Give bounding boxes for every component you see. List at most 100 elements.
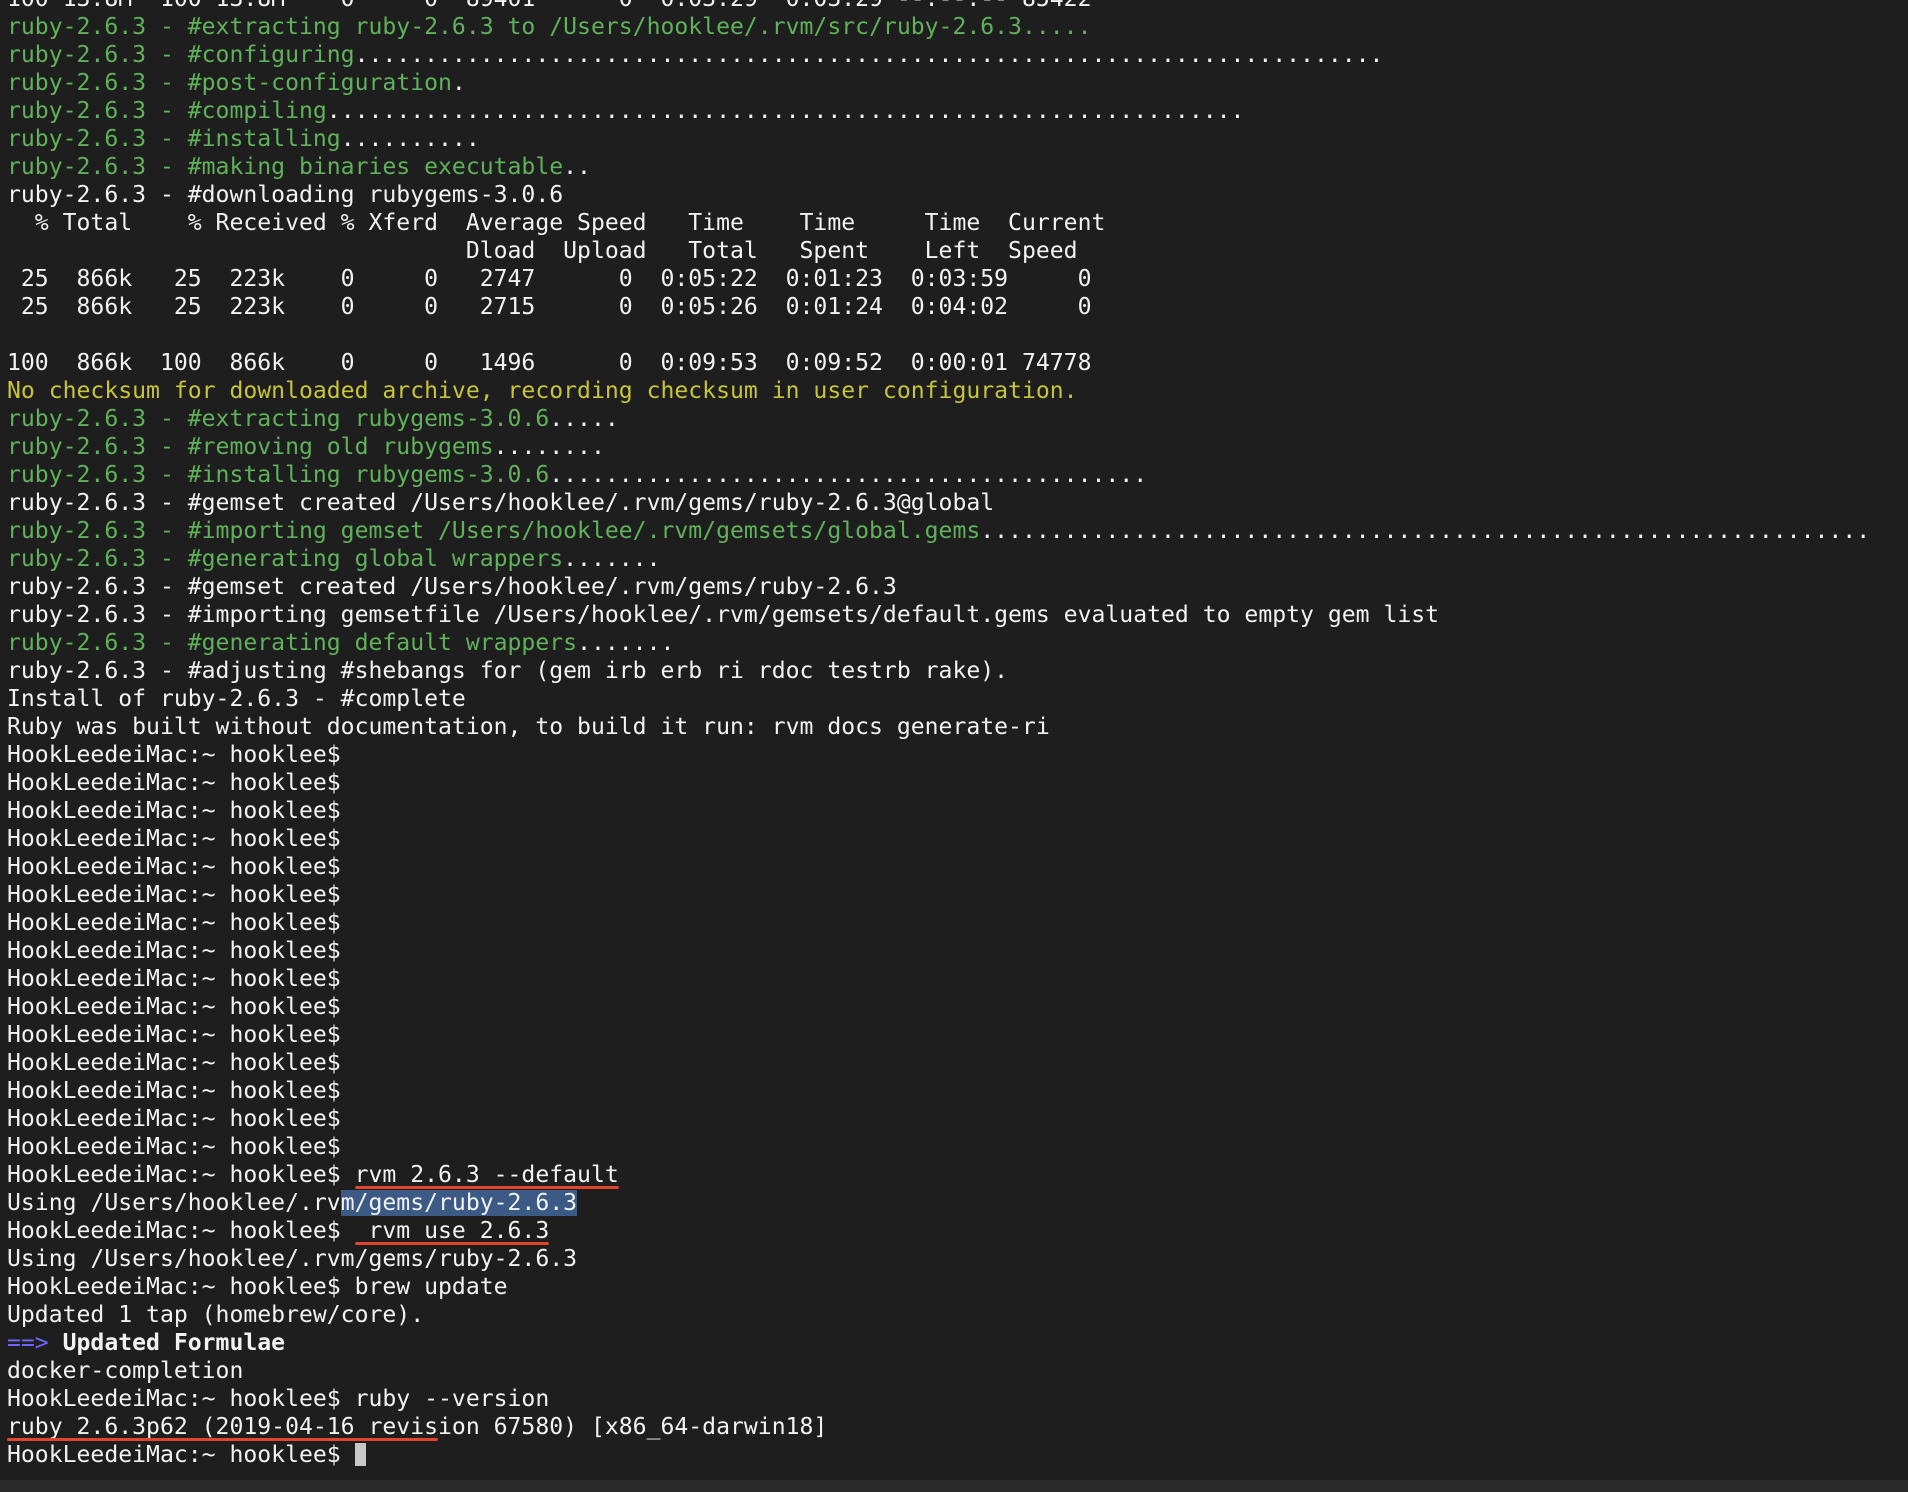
- terminal-output: 100 13.8M 100 13.8M 0 0 89401 0 0:03:29 …: [7, 0, 1870, 1469]
- terminal-text: Install of ruby-2.6.3 - #complete: [7, 686, 466, 712]
- text-cursor[interactable]: [354, 1443, 366, 1466]
- terminal-line: HookLeedeiMac:~ hooklee$: [7, 965, 1870, 993]
- terminal-line: HookLeedeiMac:~ hooklee$ brew update: [7, 1273, 1870, 1301]
- terminal-text: HookLeedeiMac:~ hooklee$: [7, 826, 341, 852]
- terminal-line: ruby-2.6.3 - #compiling.................…: [7, 97, 1870, 125]
- terminal-text: ruby-2.6.3 - #gemset created /Users/hook…: [7, 490, 995, 516]
- terminal-line: ruby-2.6.3 - #gemset created /Users/hook…: [7, 573, 1870, 601]
- terminal-line: HookLeedeiMac:~ hooklee$: [7, 993, 1870, 1021]
- terminal-text: HookLeedeiMac:~ hooklee$: [7, 854, 341, 880]
- terminal-line: docker-completion: [7, 1357, 1870, 1385]
- terminal-line: No checksum for downloaded archive, reco…: [7, 377, 1870, 405]
- terminal-text: .: [451, 70, 466, 96]
- terminal-text: 25 866k 25 223k 0 0 2747 0 0:05:22 0:01:…: [7, 266, 1092, 292]
- terminal-text: HookLeedeiMac:~ hooklee$: [7, 1022, 341, 1048]
- terminal-line: ruby-2.6.3 - #gemset created /Users/hook…: [7, 489, 1870, 517]
- terminal-text: Updated 1 tap (homebrew/core).: [7, 1302, 425, 1328]
- terminal-text: Using /Users/hooklee/.rvm/gems/ruby-2.6.…: [7, 1246, 578, 1272]
- terminal-text: HookLeedeiMac:~ hooklee$ ruby --version: [7, 1386, 550, 1412]
- terminal-text: Ruby was built without documentation, to…: [7, 714, 1050, 740]
- terminal-text: HookLeedeiMac:~ hooklee$: [7, 1050, 341, 1076]
- terminal-line: ==> Updated Formulae: [7, 1329, 1870, 1357]
- terminal-text: ruby-2.6.3 - #gemset created /Users/hook…: [7, 574, 897, 600]
- terminal-line: Ruby was built without documentation, to…: [7, 713, 1870, 741]
- terminal-text: Dload Upload Total Spent Left Speed: [7, 238, 1078, 264]
- terminal-text: ruby-2.6.3 - #making binaries executable: [7, 154, 564, 180]
- terminal-text: ruby-2.6.3 - #configuring: [7, 42, 355, 68]
- terminal-line: Using /Users/hooklee/.rvm/gems/ruby-2.6.…: [7, 1245, 1870, 1273]
- terminal-text: 25 866k 25 223k 0 0 2715 0 0:05:26 0:01:…: [7, 294, 1092, 320]
- terminal-text: No checksum for downloaded archive, reco…: [7, 378, 1078, 404]
- terminal-line: 100 13.8M 100 13.8M 0 0 89401 0 0:03:29 …: [7, 0, 1870, 13]
- terminal-line: ruby-2.6.3 - #installing..........: [7, 125, 1870, 153]
- terminal-text: HookLeedeiMac:~ hooklee$: [7, 1442, 355, 1468]
- terminal-text: HookLeedeiMac:~ hooklee$: [7, 1106, 341, 1132]
- terminal-text: HookLeedeiMac:~ hooklee$: [7, 742, 341, 768]
- terminal-line: ruby-2.6.3 - #extracting rubygems-3.0.6.…: [7, 405, 1870, 433]
- terminal-text: HookLeedeiMac:~ hooklee$: [7, 798, 341, 824]
- terminal-line: ruby-2.6.3 - #extracting ruby-2.6.3 to /…: [7, 13, 1870, 41]
- terminal-line: HookLeedeiMac:~ hooklee$ ruby --version: [7, 1385, 1870, 1413]
- terminal-text: ........................................…: [326, 98, 1245, 124]
- terminal-text: ..........: [340, 126, 480, 152]
- terminal-line: 25 866k 25 223k 0 0 2715 0 0:05:26 0:01:…: [7, 293, 1870, 321]
- terminal-text: Updated Formulae: [48, 1330, 286, 1356]
- terminal-text: HookLeedeiMac:~ hooklee$ rvm 2.6.3 --def…: [7, 1162, 619, 1188]
- terminal-text: ruby-2.6.3 - #adjusting #shebangs for (g…: [7, 658, 1009, 684]
- terminal-window[interactable]: 100 13.8M 100 13.8M 0 0 89401 0 0:03:29 …: [0, 0, 1908, 1480]
- terminal-line: HookLeedeiMac:~ hooklee$: [7, 741, 1870, 769]
- terminal-line: ruby-2.6.3 - #configuring...............…: [7, 41, 1870, 69]
- terminal-line: HookLeedeiMac:~ hooklee$: [7, 825, 1870, 853]
- terminal-text: ==>: [7, 1330, 49, 1356]
- terminal-line: ruby-2.6.3 - #installing rubygems-3.0.6.…: [7, 461, 1870, 489]
- terminal-text: docker-completion: [7, 1358, 244, 1384]
- window-bottom-border: [0, 1480, 1908, 1492]
- terminal-text: ..: [563, 154, 591, 180]
- terminal-line: ruby-2.6.3 - #making binaries executable…: [7, 153, 1870, 181]
- terminal-text: 100 13.8M 100 13.8M 0 0 89401 0 0:03:29 …: [7, 0, 1091, 12]
- terminal-line: ruby-2.6.3 - #generating default wrapper…: [7, 629, 1870, 657]
- terminal-line: ruby-2.6.3 - #downloading rubygems-3.0.6: [7, 181, 1870, 209]
- terminal-text: ruby-2.6.3 - #importing gemset /Users/ho…: [7, 518, 981, 544]
- terminal-text: ........................................…: [549, 462, 1148, 488]
- terminal-line: HookLeedeiMac:~ hooklee$: [7, 1077, 1870, 1105]
- terminal-line: ruby-2.6.3 - #generating global wrappers…: [7, 545, 1870, 573]
- terminal-line: HookLeedeiMac:~ hooklee$: [7, 853, 1870, 881]
- terminal-line: ruby-2.6.3 - #removing old rubygems.....…: [7, 433, 1870, 461]
- terminal-text: HookLeedeiMac:~ hooklee$ brew update: [7, 1274, 508, 1300]
- terminal-line: HookLeedeiMac:~ hooklee$: [7, 881, 1870, 909]
- terminal-text: ruby-2.6.3 - #downloading rubygems-3.0.6: [7, 182, 564, 208]
- terminal-line: ruby-2.6.3 - #importing gemset /Users/ho…: [7, 517, 1870, 545]
- terminal-text: ruby-2.6.3 - #removing old rubygems: [7, 434, 494, 460]
- terminal-line: ruby-2.6.3 - #importing gemsetfile /User…: [7, 601, 1870, 629]
- terminal-line: HookLeedeiMac:~ hooklee$: [7, 1133, 1870, 1161]
- terminal-line: HookLeedeiMac:~ hooklee$ rvm 2.6.3 --def…: [7, 1161, 1870, 1189]
- terminal-text: .......: [577, 630, 675, 656]
- terminal-text: ruby-2.6.3 - #generating default wrapper…: [7, 630, 578, 656]
- terminal-text: .......: [563, 546, 661, 572]
- terminal-text: HookLeedeiMac:~ hooklee$: [7, 770, 341, 796]
- terminal-line: ruby-2.6.3 - #adjusting #shebangs for (g…: [7, 657, 1870, 685]
- terminal-line: HookLeedeiMac:~ hooklee$ rvm use 2.6.3: [7, 1217, 1870, 1245]
- terminal-text: HookLeedeiMac:~ hooklee$: [7, 910, 341, 936]
- terminal-line: % Total % Received % Xferd Average Speed…: [7, 209, 1870, 237]
- terminal-text: HookLeedeiMac:~ hooklee$: [7, 966, 341, 992]
- terminal-text: ruby-2.6.3 - #extracting rubygems-3.0.6: [7, 406, 550, 432]
- terminal-text: ruby-2.6.3 - #compiling: [7, 98, 327, 124]
- terminal-line: HookLeedeiMac:~ hooklee$: [7, 1441, 1870, 1469]
- terminal-line: HookLeedeiMac:~ hooklee$: [7, 769, 1870, 797]
- terminal-text: ruby-2.6.3 - #generating global wrappers: [7, 546, 564, 572]
- terminal-line: Dload Upload Total Spent Left Speed: [7, 237, 1870, 265]
- terminal-text: ruby 2.6.3p62 (2019-04-16 revision 67580…: [7, 1414, 828, 1440]
- terminal-line: HookLeedeiMac:~ hooklee$: [7, 1021, 1870, 1049]
- terminal-line: HookLeedeiMac:~ hooklee$: [7, 909, 1870, 937]
- terminal-line: ruby-2.6.3 - #post-configuration.: [7, 69, 1870, 97]
- terminal-text: ruby-2.6.3 - #importing gemsetfile /User…: [7, 602, 1440, 628]
- terminal-line: Install of ruby-2.6.3 - #complete: [7, 685, 1870, 713]
- terminal-text: HookLeedeiMac:~ hooklee$: [7, 882, 341, 908]
- terminal-line: 100 866k 100 866k 0 0 1496 0 0:09:53 0:0…: [7, 349, 1870, 377]
- terminal-text: ruby-2.6.3 - #installing: [7, 126, 341, 152]
- terminal-line: ruby 2.6.3p62 (2019-04-16 revision 67580…: [7, 1413, 1870, 1441]
- terminal-line: HookLeedeiMac:~ hooklee$: [7, 937, 1870, 965]
